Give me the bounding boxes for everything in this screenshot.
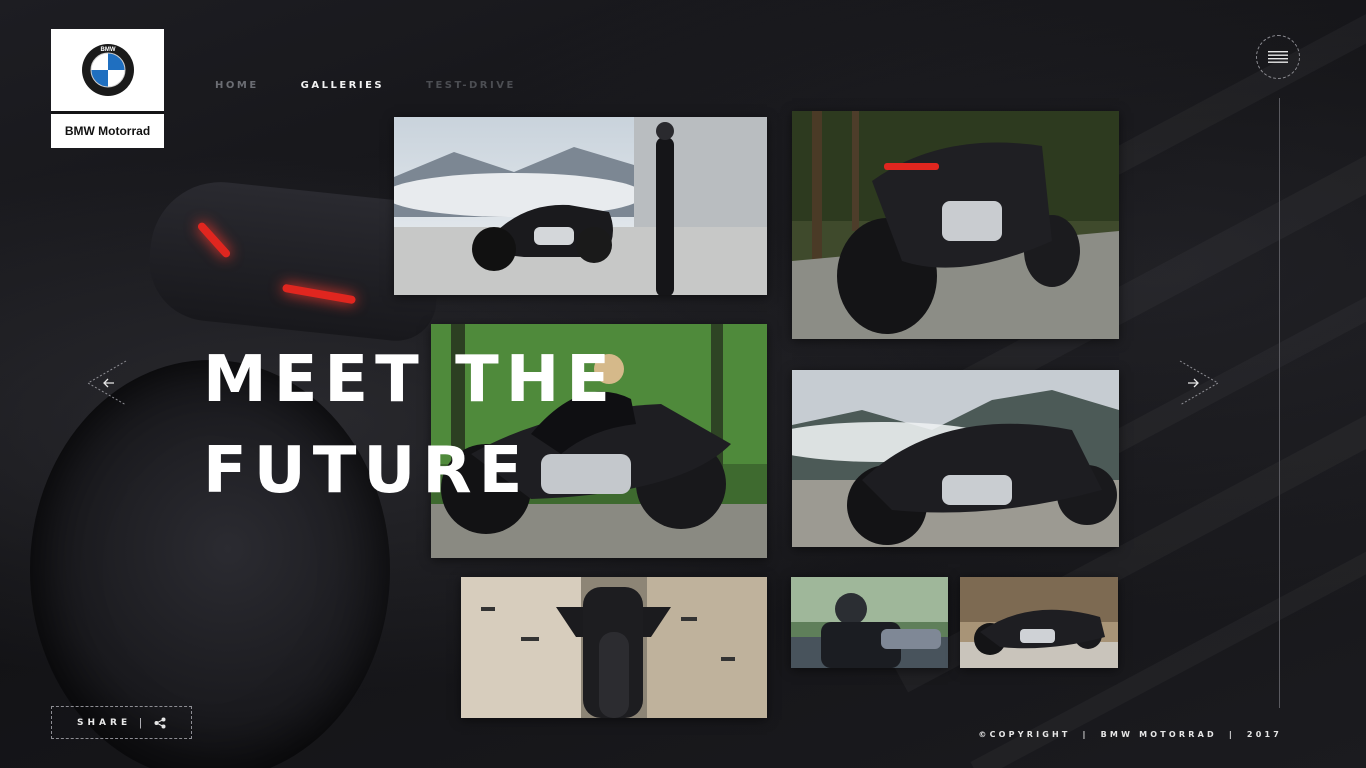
share-icon [154, 717, 166, 728]
nav-item-galleries[interactable]: GALLERIES [301, 80, 384, 91]
vertical-divider [1279, 98, 1280, 708]
bmw-roundel-icon: BMW [81, 44, 134, 96]
arrow-right-icon [1179, 360, 1219, 406]
gallery-photo-7[interactable] [960, 577, 1118, 668]
gallery-photo-4[interactable] [792, 370, 1119, 547]
gallery-photo-2[interactable] [792, 111, 1119, 339]
share-label: SHARE [77, 717, 132, 728]
nav-item-test-drive[interactable]: TEST-DRIVE [426, 80, 516, 91]
gallery-photo-6[interactable] [791, 577, 948, 668]
gallery-photo-1[interactable] [394, 117, 767, 295]
svg-text:BMW: BMW [100, 47, 115, 53]
brand-name: BMW Motorrad [64, 124, 151, 138]
nav-item-home[interactable]: HOME [215, 80, 259, 91]
arrow-left-icon [87, 360, 127, 406]
main-nav: HOME GALLERIES TEST-DRIVE [215, 80, 558, 91]
share-button[interactable]: SHARE | [51, 706, 192, 739]
hero-line-1: MEET THE [203, 343, 617, 417]
hero-line-2: FUTURE [203, 434, 530, 508]
hamburger-icon [1268, 51, 1288, 63]
brand-logo[interactable]: BMW BMW Motorrad [51, 29, 164, 148]
hero-headline: MEET THE FUTURE [203, 335, 617, 517]
menu-button[interactable] [1256, 35, 1300, 79]
share-separator: | [139, 716, 142, 729]
gallery-photo-5[interactable] [461, 577, 767, 718]
prev-arrow-button[interactable] [84, 360, 130, 406]
copyright-footer: ©COPYRIGHT | BMW MOTORRAD | 2017 [978, 730, 1282, 739]
next-arrow-button[interactable] [1176, 360, 1222, 406]
